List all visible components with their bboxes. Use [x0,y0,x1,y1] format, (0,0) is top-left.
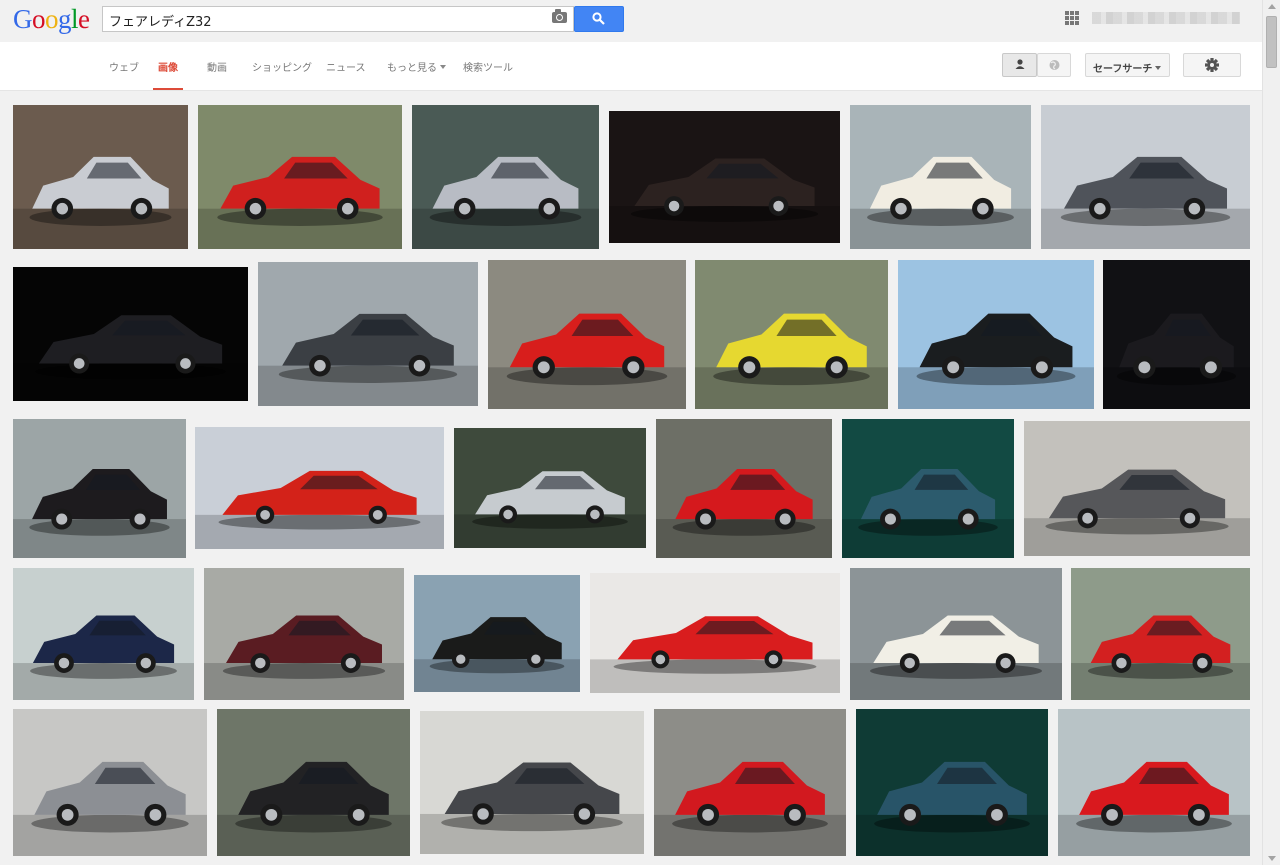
image-result-thumbnail[interactable] [13,105,188,249]
image-result-thumbnail[interactable] [850,568,1062,700]
car-photo [258,313,478,406]
car-photo [195,470,444,549]
tab-images-label: 画像 [158,63,178,74]
car-photo [204,615,404,700]
globe-icon [1049,60,1060,70]
image-result-thumbnail[interactable] [654,709,846,856]
image-result-thumbnail[interactable] [13,419,186,558]
chevron-down-icon [1155,66,1162,70]
logo-letter: e [78,4,90,34]
car-photo [13,315,248,401]
scroll-thumb[interactable] [1266,16,1277,68]
logo-letter: o [45,4,59,34]
car-photo [842,469,1014,558]
scroll-up-arrow-icon[interactable] [1268,4,1276,9]
image-result-thumbnail[interactable] [195,427,444,549]
car-photo [695,313,888,409]
top-bar: Google フェアレディZ32 [0,0,1262,42]
image-result-thumbnail[interactable] [1103,260,1250,409]
public-results-button[interactable] [1037,53,1071,77]
image-result-thumbnail[interactable] [488,260,686,409]
tab-web[interactable]: ウェブ [109,59,139,89]
image-result-thumbnail[interactable] [13,709,207,856]
car-photo [898,313,1094,409]
car-photo [13,761,207,856]
tab-shopping[interactable]: ショッピング [252,59,312,89]
image-result-thumbnail[interactable] [898,260,1094,409]
search-query-text: フェアレディZ32 [109,15,212,30]
car-photo [1071,615,1250,700]
apps-grid-icon[interactable] [1065,11,1079,25]
image-result-thumbnail[interactable] [198,105,402,249]
car-photo [856,761,1048,856]
image-result-thumbnail[interactable] [412,105,599,249]
image-result-thumbnail[interactable] [1024,421,1250,556]
car-photo [656,469,832,558]
car-photo [1103,313,1250,409]
image-result-thumbnail[interactable] [258,262,478,406]
car-photo [850,615,1062,700]
image-result-thumbnail[interactable] [850,105,1031,249]
car-photo [590,616,840,693]
car-photo [13,615,194,700]
tab-more[interactable]: もっと見る [387,59,446,89]
car-photo [412,156,599,249]
image-result-thumbnail[interactable] [695,260,888,409]
person-icon [1015,59,1025,69]
car-photo [420,762,644,854]
car-photo [1058,761,1250,856]
logo-letter: l [71,4,79,34]
google-logo[interactable]: Google [13,4,90,34]
chevron-down-icon [440,65,446,69]
account-name-blurred[interactable] [1092,12,1240,24]
car-photo [1041,156,1250,249]
tab-search-tools[interactable]: 検索ツール [463,59,513,89]
logo-letter: o [32,4,46,34]
scroll-down-arrow-icon[interactable] [1268,856,1276,861]
car-photo [654,761,846,856]
image-result-thumbnail[interactable] [856,709,1048,856]
car-photo [198,156,402,249]
search-nav-bar: ウェブ 画像 動画 ショッピング ニュース もっと見る 検索ツール セーフサーチ [0,42,1262,91]
image-result-thumbnail[interactable] [1071,568,1250,700]
search-button[interactable] [574,6,624,32]
tab-videos[interactable]: 動画 [207,59,227,89]
car-photo [488,313,686,409]
image-result-thumbnail[interactable] [13,568,194,700]
image-result-thumbnail[interactable] [590,573,840,693]
image-result-thumbnail[interactable] [609,111,840,243]
car-photo [13,469,186,558]
settings-button[interactable] [1183,53,1241,77]
image-result-thumbnail[interactable] [1041,105,1250,249]
safe-search-dropdown[interactable]: セーフサーチ [1085,53,1170,77]
tab-images[interactable]: 画像 [153,59,183,90]
scrollbar[interactable] [1262,0,1280,865]
camera-icon[interactable] [552,9,567,23]
logo-letter: G [13,4,33,34]
car-photo [1024,469,1250,556]
car-photo [13,156,188,249]
car-photo [609,158,840,243]
car-photo [414,617,580,692]
safe-search-label: セーフサーチ [1093,64,1153,75]
image-result-thumbnail[interactable] [454,428,646,548]
image-result-thumbnail[interactable] [204,568,404,700]
image-result-thumbnail[interactable] [13,267,248,401]
gear-icon [1205,58,1219,72]
image-result-thumbnail[interactable] [217,709,410,856]
magnifier-icon [592,12,605,25]
image-result-thumbnail[interactable] [420,711,644,854]
car-photo [454,471,646,548]
private-results-button[interactable] [1002,53,1037,77]
car-photo [850,156,1031,249]
image-result-thumbnail[interactable] [414,575,580,692]
image-result-thumbnail[interactable] [1058,709,1250,856]
search-input[interactable]: フェアレディZ32 [102,6,574,32]
car-photo [217,761,410,856]
image-result-thumbnail[interactable] [656,419,832,558]
tab-news[interactable]: ニュース [326,59,366,89]
logo-letter: g [58,4,72,34]
image-result-thumbnail[interactable] [842,419,1014,558]
tab-more-label: もっと見る [387,63,437,74]
